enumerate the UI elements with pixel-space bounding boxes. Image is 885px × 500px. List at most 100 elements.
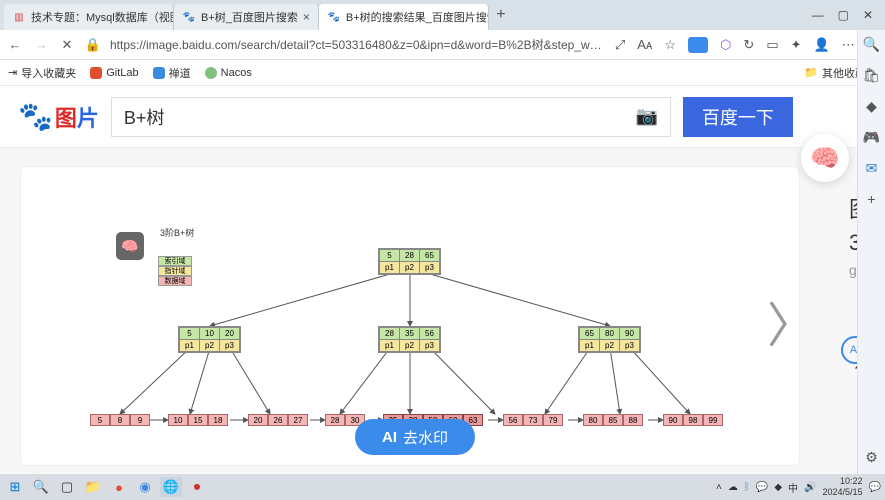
legend-data: 数据域: [158, 276, 192, 286]
close-window-button[interactable]: ✕: [863, 8, 873, 22]
side-char-2: 3: [849, 230, 857, 256]
search-input[interactable]: B+树 📷: [111, 97, 671, 137]
browser-tab-2[interactable]: 🐾 B+树的搜索结果_百度图片搜索 ×: [319, 4, 489, 30]
edge-browser[interactable]: 🌐: [160, 477, 182, 497]
clock-date: 2024/5/15: [823, 487, 863, 498]
diagram-brain-icon: 🧠: [116, 232, 144, 260]
new-tab-button[interactable]: +: [489, 6, 513, 24]
reading-mode-icon[interactable]: Aᴀ: [637, 37, 652, 52]
tree-root-node: 52865 p1p2p3: [378, 248, 441, 275]
tray-app-icon[interactable]: ◆: [774, 482, 782, 493]
legend-index: 索引域: [158, 256, 192, 266]
import-bookmarks[interactable]: ⇥ 导入收藏夹: [8, 65, 76, 81]
file-explorer[interactable]: 📁: [82, 477, 104, 497]
bing-icon[interactable]: [688, 37, 708, 53]
tray-wechat-icon[interactable]: 💬: [756, 482, 768, 493]
browser-tab-0[interactable]: ▥ 技术专题：Mysql数据库（视图 ×: [4, 4, 174, 30]
page-content: 🐾 图片 B+树 📷 百度一下 🧠 〉 图 3 ge AI 你 3阶B+树 🧠 …: [0, 86, 857, 474]
watermark-label: 去水印: [403, 427, 448, 448]
sidebar-search-icon[interactable]: 🔍: [863, 36, 880, 53]
site-info-icon[interactable]: 🔒: [84, 36, 102, 54]
tree-leaf-7: 909899: [663, 414, 723, 426]
diagram-title: 3阶B+树: [160, 226, 194, 239]
forward-button[interactable]: →: [32, 36, 50, 54]
url-field[interactable]: https://image.baidu.com/search/detail?ct…: [110, 36, 607, 53]
browser-tab-1[interactable]: 🐾 B+树_百度图片搜索 ×: [174, 4, 319, 30]
pdf-icon: ▥: [12, 10, 26, 24]
tab-title: B+树的搜索结果_百度图片搜索: [346, 9, 489, 25]
import-icon: ⇥: [8, 66, 17, 79]
bookmarks-bar: ⇥ 导入收藏夹 GitLab 禅道 Nacos 📁 其他收藏夹: [0, 60, 885, 86]
taskbar-clock[interactable]: 10:22 2024/5/15: [823, 476, 863, 498]
baidu-icon: 🐾: [327, 10, 341, 24]
tree-leaf-0: 589: [90, 414, 150, 426]
clock-time: 10:22: [823, 476, 863, 487]
close-tab-icon[interactable]: ×: [303, 10, 310, 24]
app-2[interactable]: ◉: [134, 477, 156, 497]
tray-ime[interactable]: 中: [788, 480, 798, 495]
start-button[interactable]: ⊞: [4, 477, 26, 497]
refresh-sync-icon[interactable]: ↻: [743, 37, 754, 53]
nacos-icon: [205, 67, 217, 79]
zoom-icon[interactable]: ⤢: [615, 37, 625, 53]
collections-icon[interactable]: ▭: [766, 37, 778, 53]
bookmark-nacos[interactable]: Nacos: [205, 67, 252, 79]
sidebar-shopping-icon[interactable]: 🛍: [863, 67, 881, 84]
baidu-logo-text: 图片: [55, 101, 99, 133]
bookmark-gitlab[interactable]: GitLab: [90, 67, 138, 79]
notifications-icon[interactable]: 💬: [869, 482, 881, 493]
search-value: B+树: [124, 104, 165, 130]
zentao-icon: [153, 67, 165, 79]
baidu-header: 🐾 图片 B+树 📷 百度一下: [0, 86, 857, 148]
side-char-3: ge: [849, 262, 857, 278]
legend-pointer: 指针域: [158, 266, 192, 276]
remove-watermark-button[interactable]: AI 去水印: [355, 419, 475, 455]
side-char-1: 图: [849, 192, 857, 224]
app-1[interactable]: ●: [108, 477, 130, 497]
camera-icon[interactable]: 📷: [635, 106, 657, 127]
tray-expand[interactable]: ˄: [716, 482, 722, 493]
search-button[interactable]: 百度一下: [683, 97, 793, 137]
profile-icon[interactable]: 👤: [814, 37, 830, 53]
sidebar-tools-icon[interactable]: ◆: [866, 98, 877, 115]
bookmark-label: Nacos: [221, 67, 252, 79]
sidebar-mail-icon[interactable]: ✉: [866, 160, 878, 177]
diagram-legend: 索引域 指针域 数据域: [158, 256, 192, 286]
stop-button[interactable]: ✕: [58, 36, 76, 54]
next-image-button[interactable]: 〉: [767, 286, 815, 356]
ai-icon: AI: [382, 429, 397, 446]
side-info-panel: 图 3 ge: [849, 192, 857, 284]
extensions-icon[interactable]: ✦: [791, 37, 802, 53]
baidu-logo[interactable]: 🐾 图片: [18, 100, 99, 133]
tree-mid-node-2: 658090 p1p2p3: [578, 326, 641, 353]
menu-icon[interactable]: ⋯: [842, 37, 855, 53]
minimize-button[interactable]: —: [812, 8, 824, 22]
tray-cloud-icon[interactable]: ☁: [728, 482, 738, 493]
bookmark-zentao[interactable]: 禅道: [153, 65, 191, 81]
side-more: 你: [855, 356, 857, 380]
tree-leaf-5: 567379: [503, 414, 563, 426]
task-view[interactable]: ▢: [56, 477, 78, 497]
ai-assistant-float[interactable]: 🧠: [801, 134, 849, 182]
tree-mid-node-0: 51020 p1p2p3: [178, 326, 241, 353]
sidebar-games-icon[interactable]: 🎮: [863, 129, 880, 146]
windows-taskbar: ⊞ 🔍 ▢ 📁 ● ◉ 🌐 ⏺ ˄ ☁ ᛒ 💬 ◆ 中 🔊 10:22 2024…: [0, 474, 885, 500]
baidu-paw-icon: 🐾: [18, 100, 53, 133]
tray-volume-icon[interactable]: 🔊: [804, 482, 816, 493]
back-button[interactable]: ←: [6, 36, 24, 54]
maximize-button[interactable]: ▢: [838, 8, 849, 22]
bookmark-label: 禅道: [169, 65, 191, 81]
address-bar: ← → ✕ 🔒 https://image.baidu.com/search/d…: [0, 30, 885, 60]
baidu-icon: 🐾: [182, 10, 196, 24]
sidebar-settings-icon[interactable]: ⚙: [865, 449, 878, 466]
gitlab-icon: [90, 67, 102, 79]
taskbar-search[interactable]: 🔍: [30, 477, 52, 497]
app-recording[interactable]: ⏺: [186, 477, 208, 497]
sidebar-add-icon[interactable]: +: [867, 191, 875, 207]
import-label: 导入收藏夹: [21, 65, 76, 81]
tray-bluetooth-icon[interactable]: ᛒ: [744, 482, 750, 493]
tab-title: B+树_百度图片搜索: [201, 9, 298, 25]
tree-leaf-2: 202627: [248, 414, 308, 426]
favorite-icon[interactable]: ☆: [664, 37, 676, 53]
extension-icon[interactable]: ⬡: [720, 37, 731, 53]
